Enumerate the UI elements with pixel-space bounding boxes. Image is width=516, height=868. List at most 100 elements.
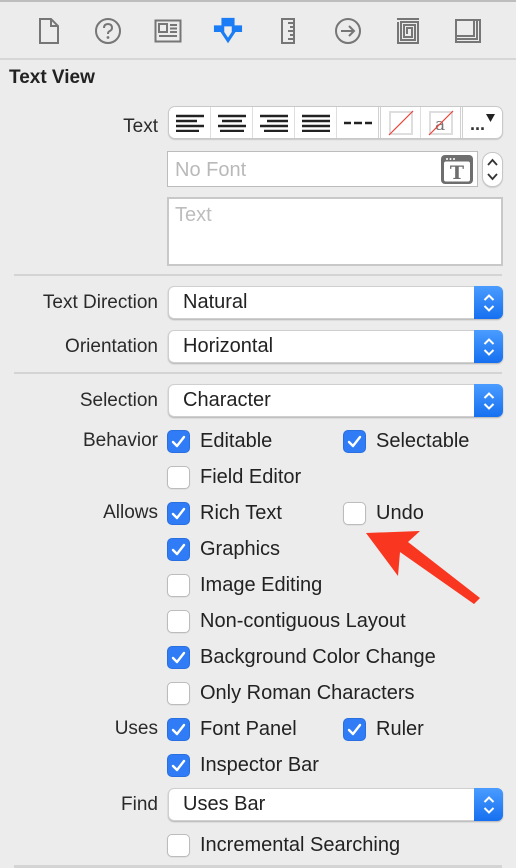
- text-color-button[interactable]: [381, 107, 421, 138]
- svg-text:a: a: [435, 115, 445, 135]
- find-popup[interactable]: Uses Bar: [168, 788, 503, 821]
- tab-bindings-inspector[interactable]: [393, 16, 423, 46]
- chevron-up-down-icon: [483, 337, 494, 356]
- background-color-button[interactable]: a: [421, 107, 463, 138]
- ruler-checkbox[interactable]: Ruler: [343, 717, 424, 741]
- text-direction-label: Text Direction: [42, 292, 158, 313]
- no-color-swatch-icon: [388, 110, 413, 135]
- text-direction-value: Natural: [183, 291, 248, 313]
- align-left-icon: [175, 114, 204, 132]
- checkmark-icon: [171, 651, 186, 663]
- text-alignment-segmented-control: a ...: [168, 106, 503, 139]
- align-right-button[interactable]: [253, 107, 295, 138]
- tab-identity-inspector[interactable]: [153, 16, 183, 46]
- orientation-label: Orientation: [65, 336, 158, 357]
- checkmark-icon: [171, 759, 186, 771]
- field-editor-checkbox[interactable]: Field Editor: [167, 465, 301, 489]
- question-circle-icon: [95, 18, 121, 44]
- background-color-change-checkbox[interactable]: Background Color Change: [167, 645, 436, 669]
- selection-label: Selection: [79, 390, 158, 411]
- checkbox-unchecked: [167, 833, 190, 857]
- selection-value: Character: [183, 389, 271, 411]
- checkbox-label: Undo: [376, 501, 424, 524]
- checkbox-unchecked: [167, 681, 190, 705]
- align-justify-button[interactable]: [295, 107, 337, 138]
- find-value: Uses Bar: [183, 793, 266, 815]
- find-label: Find: [121, 794, 158, 815]
- checkmark-icon: [347, 435, 362, 447]
- popup-arrows: [474, 330, 503, 363]
- text-area-placeholder: Text: [175, 204, 212, 226]
- orientation-value: Horizontal: [183, 335, 274, 357]
- align-justify-icon: [301, 114, 330, 132]
- font-t-icon: T: [444, 158, 470, 184]
- checkmark-icon: [347, 723, 362, 735]
- popup-arrows: [474, 384, 503, 417]
- editable-checkbox[interactable]: Editable: [167, 429, 272, 453]
- image-editing-checkbox[interactable]: Image Editing: [167, 573, 322, 597]
- selectable-checkbox[interactable]: Selectable: [343, 429, 469, 453]
- more-options-dropdown[interactable]: ...: [463, 107, 502, 138]
- font-size-stepper[interactable]: [482, 152, 503, 187]
- font-field-placeholder: No Font: [175, 159, 247, 181]
- incremental-searching-checkbox[interactable]: Incremental Searching: [167, 833, 400, 857]
- dropdown-triangle-icon: [486, 113, 495, 122]
- rich-text-checkbox[interactable]: Rich Text: [167, 501, 282, 525]
- font-picker-button[interactable]: T: [441, 155, 473, 184]
- checkbox-checked: [167, 753, 190, 777]
- font-field[interactable]: No Font T: [167, 151, 478, 187]
- popup-arrows: [474, 788, 503, 821]
- inspector-bar-checkbox[interactable]: Inspector Bar: [167, 753, 319, 777]
- checkbox-checked: [167, 537, 190, 561]
- chevron-up-down-icon: [483, 391, 494, 410]
- tab-view-effects-inspector[interactable]: [453, 16, 483, 46]
- uses-label: Uses: [114, 718, 158, 739]
- tab-connections-inspector[interactable]: [333, 16, 363, 46]
- align-right-icon: [259, 114, 288, 132]
- checkbox-label: Graphics: [200, 537, 281, 560]
- checkmark-icon: [171, 543, 186, 555]
- ruler-icon: [281, 18, 295, 44]
- undo-checkbox[interactable]: Undo: [343, 501, 424, 525]
- bindings-spiral-icon: [397, 18, 419, 44]
- tab-quick-help[interactable]: [93, 16, 123, 46]
- orientation-popup[interactable]: Horizontal: [168, 330, 503, 363]
- non-contiguous-layout-checkbox[interactable]: Non-contiguous Layout: [167, 609, 406, 633]
- only-roman-characters-checkbox[interactable]: Only Roman Characters: [167, 681, 415, 705]
- allows-label: Allows: [103, 502, 158, 523]
- text-direction-popup[interactable]: Natural: [168, 286, 503, 319]
- checkbox-label: Selectable: [376, 429, 470, 452]
- checkbox-unchecked: [167, 573, 190, 597]
- checkbox-unchecked: [167, 609, 190, 633]
- view-effects-icon: [455, 19, 481, 43]
- text-value-area[interactable]: Text: [167, 197, 503, 266]
- tab-attributes-inspector[interactable]: [213, 16, 243, 46]
- tab-file-inspector[interactable]: [34, 16, 64, 46]
- checkbox-label: Rich Text: [200, 501, 282, 524]
- checkmark-icon: [171, 435, 186, 447]
- checkmark-icon: [171, 507, 186, 519]
- attributes-shield-icon: [213, 17, 243, 44]
- tab-size-inspector[interactable]: [273, 16, 303, 46]
- checkbox-label: Ruler: [376, 717, 424, 740]
- section-title: Text View: [9, 67, 95, 88]
- graphics-checkbox[interactable]: Graphics: [167, 537, 280, 561]
- align-center-button[interactable]: [211, 107, 253, 138]
- checkbox-label: Non-contiguous Layout: [200, 609, 406, 632]
- checkbox-checked: [167, 645, 190, 669]
- checkbox-label: Field Editor: [200, 465, 302, 488]
- svg-text:T: T: [450, 162, 464, 184]
- behavior-label: Behavior: [83, 430, 158, 451]
- selection-popup[interactable]: Character: [168, 384, 503, 417]
- align-natural-button[interactable]: [337, 107, 381, 138]
- checkbox-label: Editable: [200, 429, 273, 452]
- font-panel-checkbox[interactable]: Font Panel: [167, 717, 297, 741]
- align-natural-icon: [343, 121, 372, 124]
- checkbox-unchecked: [167, 465, 190, 489]
- align-left-button[interactable]: [169, 107, 211, 138]
- align-center-icon: [217, 114, 246, 132]
- text-label: Text: [123, 116, 158, 137]
- no-background-color-icon: a: [428, 110, 453, 135]
- stepper-arrows-icon: [487, 158, 498, 181]
- checkbox-unchecked: [343, 501, 366, 525]
